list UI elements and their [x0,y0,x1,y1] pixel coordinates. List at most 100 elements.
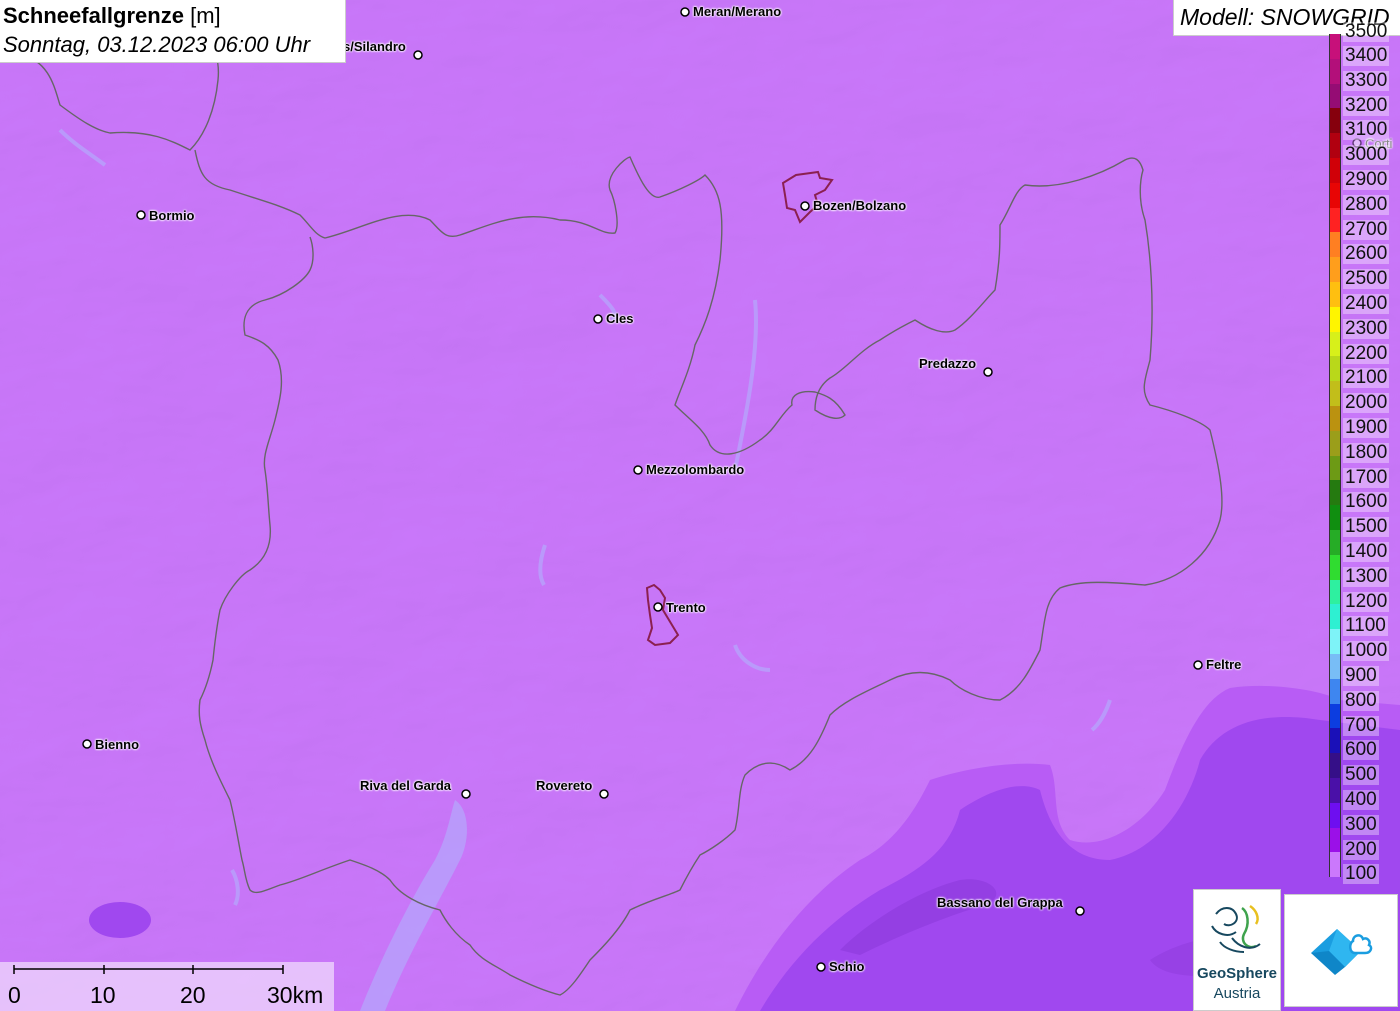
legend-swatch [1329,802,1341,828]
house-cloud-icon [1311,929,1373,975]
geosphere-emblem-icon [1211,904,1261,953]
city-marker-mezzolombardo[interactable] [633,465,643,475]
scale-label-10: 10 [90,982,116,1008]
snowline-spot-bienno [89,902,151,938]
city-marker-schio[interactable] [816,962,826,972]
legend-swatch [1329,257,1341,282]
legend-swatch [1329,207,1341,233]
legend-step: 3400 [1329,34,1400,66]
legend-step: 300 [1329,802,1400,835]
legend-swatch [1329,530,1341,555]
map-datetime: Sonntag, 03.12.2023 06:00 Uhr [3,32,311,57]
legend-step: 900 [1329,654,1400,686]
legend-step: 600 [1329,728,1400,761]
legend-swatch [1329,678,1341,704]
legend-step: 1200 [1329,579,1400,612]
legend-swatch [1329,753,1341,778]
legend-swatch [1329,703,1341,729]
city-marker-bienno[interactable] [82,739,92,749]
legend-step: 1000 [1329,629,1400,662]
legend-swatch [1329,381,1341,406]
legend-step: 3200 [1329,83,1400,116]
legend-step: 3100 [1329,108,1400,141]
legend-swatch [1329,827,1341,853]
legend-step: 3300 [1329,58,1400,91]
legend-swatch [1329,331,1341,357]
title-unit: [m] [190,3,221,28]
geosphere-logo[interactable]: GeoSphere Austria [1193,889,1281,1011]
legend-step: 2800 [1329,182,1400,215]
map-title-box: Schneefallgrenze [m] Sonntag, 03.12.2023… [0,0,346,63]
city-label-mezzolombardo: Mezzolombardo [646,462,745,477]
legend-swatch [1329,158,1341,183]
city-marker-meran[interactable] [680,7,690,17]
legend-swatch [1329,455,1341,481]
legend-swatch [1329,505,1341,530]
logo-org-line1: GeoSphere [1196,965,1278,982]
city-label-meran: Meran/Merano [693,4,782,19]
legend-swatch [1329,430,1341,456]
legend-step: 1800 [1329,430,1400,463]
legend-label: 100 [1343,863,1379,885]
city-label-feltre: Feltre [1206,657,1242,672]
legend-swatch [1329,406,1341,431]
city-marker-trento[interactable] [653,602,663,612]
city-label-schio: Schio [829,959,865,974]
city-marker-rovereto[interactable] [599,789,609,799]
legend-swatch [1329,108,1341,134]
city-marker-bolzano[interactable] [800,201,810,211]
legend-step: 2200 [1329,331,1400,364]
legend-swatch [1329,133,1341,158]
city-marker-silandro[interactable] [413,50,423,60]
city-marker-riva[interactable] [461,789,471,799]
city-label-bienno: Bienno [95,737,140,752]
city-label-rovereto: Rovereto [536,778,593,793]
legend-swatch [1329,306,1341,332]
legend-swatch [1329,554,1341,580]
legend-swatch [1329,356,1341,382]
legend-step: 200 [1329,827,1400,860]
legend-step: 400 [1329,778,1400,810]
legend-step: 2500 [1329,257,1400,290]
legend-step: 2400 [1329,282,1400,314]
legend-swatch [1329,654,1341,679]
legend-step: 2100 [1329,356,1400,389]
legend-step: 1300 [1329,554,1400,587]
legend-step: 100 [1329,852,1400,885]
city-label-riva: Riva del Garda [360,778,452,793]
legend-swatch [1329,778,1341,803]
legend-swatch [1329,629,1341,654]
legend-step: 1400 [1329,530,1400,562]
city-label-cles: Cles [606,311,634,326]
legend-step: 1700 [1329,455,1400,488]
city-marker-cles[interactable] [593,314,603,324]
city-marker-feltre[interactable] [1193,660,1203,670]
weather-app-logo[interactable] [1284,894,1398,1007]
legend-swatch [1329,182,1341,208]
legend-step: 800 [1329,678,1400,711]
city-label-bassano: Bassano del Grappa [937,895,1063,910]
city-marker-bormio[interactable] [136,210,146,220]
legend-swatch [1329,604,1341,630]
legend-step: 2000 [1329,381,1400,414]
city-marker-bassano[interactable] [1075,906,1085,916]
city-label-predazzo: Predazzo [919,356,977,371]
legend-step: 2900 [1329,158,1400,190]
city-label-silandro: s/Silandro [343,39,406,54]
legend-swatch [1329,58,1341,84]
snowfall-map[interactable] [0,0,1400,1011]
legend-swatch [1329,480,1341,506]
legend-step: 1500 [1329,505,1400,538]
title-main: Schneefallgrenze [3,3,184,28]
scale-bar-ruler [13,965,284,974]
city-marker-predazzo[interactable] [983,367,993,377]
legend-step: 500 [1329,753,1400,786]
legend-swatch [1329,728,1341,754]
legend-swatch [1329,282,1341,307]
legend-step: 2300 [1329,306,1400,339]
legend-step: 2700 [1329,207,1400,240]
scale-bar: 0 10 20 30km [0,962,334,1011]
map-title: Schneefallgrenze [m] [3,3,221,29]
legend-step: 700 [1329,703,1400,736]
legend-step: 3000 [1329,133,1400,166]
